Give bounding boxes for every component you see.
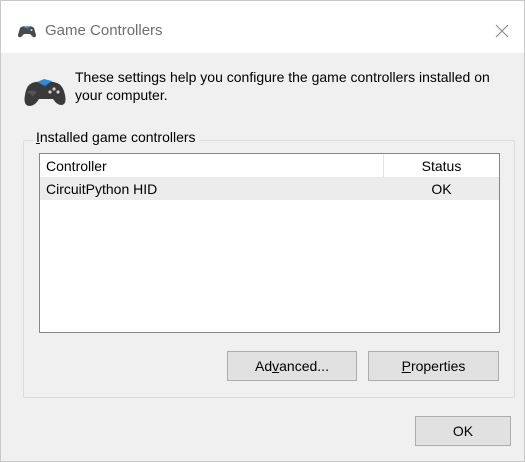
list-header: Controller Status xyxy=(40,154,499,178)
properties-label-mnemonic: P xyxy=(401,358,411,374)
title-bar[interactable]: Game Controllers xyxy=(1,1,524,53)
advanced-button[interactable]: Advanced... xyxy=(227,351,357,381)
group-label-text: nstalled game controllers xyxy=(39,129,196,145)
game-controllers-dialog: Game Controllers These settings help you… xyxy=(0,0,525,462)
gamepad-icon xyxy=(17,25,37,39)
column-header-status[interactable]: Status xyxy=(384,154,499,178)
advanced-label-post: anced... xyxy=(279,358,329,374)
intro-text: These settings help you configure the ga… xyxy=(75,69,490,103)
controller-status-cell: OK xyxy=(431,181,452,197)
column-header-controller[interactable]: Controller xyxy=(40,154,384,178)
close-button[interactable] xyxy=(490,19,514,43)
properties-button[interactable]: Properties xyxy=(368,351,499,381)
close-icon xyxy=(495,24,509,38)
table-row[interactable]: CircuitPython HID OK xyxy=(40,178,499,200)
window-title: Game Controllers xyxy=(45,22,163,39)
group-label: Installed game controllers xyxy=(33,129,199,145)
properties-label-post: roperties xyxy=(410,358,466,374)
ok-button[interactable]: OK xyxy=(415,416,511,446)
controller-name-cell: CircuitPython HID xyxy=(46,181,158,197)
advanced-label-pre: Ad xyxy=(255,358,273,374)
gamepad-icon xyxy=(23,77,67,109)
controllers-list[interactable]: Controller Status CircuitPython HID OK xyxy=(39,153,500,333)
